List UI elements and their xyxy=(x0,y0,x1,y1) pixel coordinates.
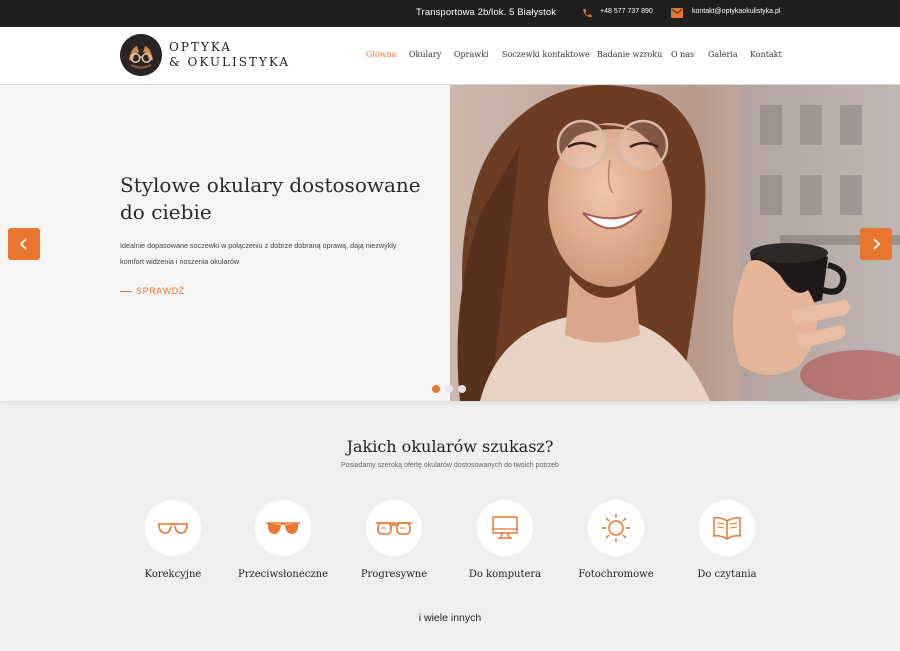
hero-title: Stylowe okulary dostosowane do ciebie xyxy=(120,173,421,224)
nav-item-badanie[interactable]: Badanie wzroku xyxy=(597,50,662,59)
category-label: Progresywne xyxy=(360,569,428,580)
mail-icon xyxy=(671,8,683,18)
phone-icon xyxy=(583,8,592,18)
category-label: Do czytania xyxy=(697,569,757,580)
category-korekcyjne[interactable]: Korekcyjne xyxy=(113,500,233,580)
hero-description: Idealnie dopasowane soczewki w połączeni… xyxy=(120,241,397,266)
nav-item-glowna[interactable]: Główna xyxy=(366,50,397,59)
top-bar: Transportowa 2b/lok. 5 Białystok +48 577… xyxy=(0,0,900,27)
cta-label: SPRAWDŹ xyxy=(136,286,185,296)
slider-next-button[interactable] xyxy=(860,228,892,260)
glasses-icon xyxy=(145,500,201,556)
nav-item-oprawki[interactable]: Oprawki xyxy=(454,50,489,59)
monitor-icon xyxy=(477,500,533,556)
section-subtitle: Posiadamy szeroką ofertę okularów dostos… xyxy=(341,462,559,469)
book-icon xyxy=(699,500,755,556)
hero-photo xyxy=(450,85,900,401)
nav-item-soczewki[interactable]: Soczewki kontaktowe xyxy=(502,50,590,59)
sunglasses-icon xyxy=(255,500,311,556)
category-progresywne[interactable]: Progresywne xyxy=(334,500,454,580)
category-label: Korekcyjne xyxy=(144,569,202,580)
nav-item-kontakt[interactable]: Kontakt xyxy=(750,50,782,59)
sun-icon xyxy=(588,500,644,556)
slider-dots xyxy=(432,385,466,393)
chevron-right-icon xyxy=(873,238,881,250)
phone-link[interactable]: +48 577 737 890 xyxy=(600,8,653,15)
slider-dot-3[interactable] xyxy=(458,385,466,393)
slider-dot-2[interactable] xyxy=(445,385,453,393)
nav-item-okulary[interactable]: Okulary xyxy=(409,50,441,59)
category-label: Do komputera xyxy=(468,569,542,580)
nav-item-galeria[interactable]: Galeria xyxy=(708,50,738,59)
more-link[interactable]: i wiele innych xyxy=(0,612,900,624)
progressive-glasses-icon xyxy=(366,500,422,556)
cta-dash xyxy=(120,290,132,292)
site-header: OPTYKA & OKULISTYKA Główna Okulary Opraw… xyxy=(0,27,900,85)
category-fotochromowe[interactable]: Fotochromowe xyxy=(556,500,676,580)
slider-dot-1[interactable] xyxy=(432,385,440,393)
section-title: Jakich okularów szukasz? xyxy=(346,437,554,456)
category-do-czytania[interactable]: Do czytania xyxy=(667,500,787,580)
email-link[interactable]: kontakt@optykaokulistyka.pl xyxy=(692,8,780,15)
slider-prev-button[interactable] xyxy=(8,228,40,260)
category-przeciwsloneczne[interactable]: Przeciwsłoneczne xyxy=(223,500,343,580)
hero-cta-link[interactable]: SPRAWDŹ xyxy=(120,286,185,296)
hero-slider: Stylowe okulary dostosowane do ciebie Id… xyxy=(0,85,900,401)
main-nav: Główna Okulary Oprawki Soczewki kontakto… xyxy=(0,50,900,64)
category-label: Przeciwsłoneczne xyxy=(237,569,329,580)
address-text: Transportowa 2b/lok. 5 Białystok xyxy=(416,7,557,18)
chevron-left-icon xyxy=(19,238,27,250)
category-do-komputera[interactable]: Do komputera xyxy=(445,500,565,580)
nav-item-o-nas[interactable]: O nas xyxy=(671,50,694,59)
category-label: Fotochromowe xyxy=(578,569,654,580)
